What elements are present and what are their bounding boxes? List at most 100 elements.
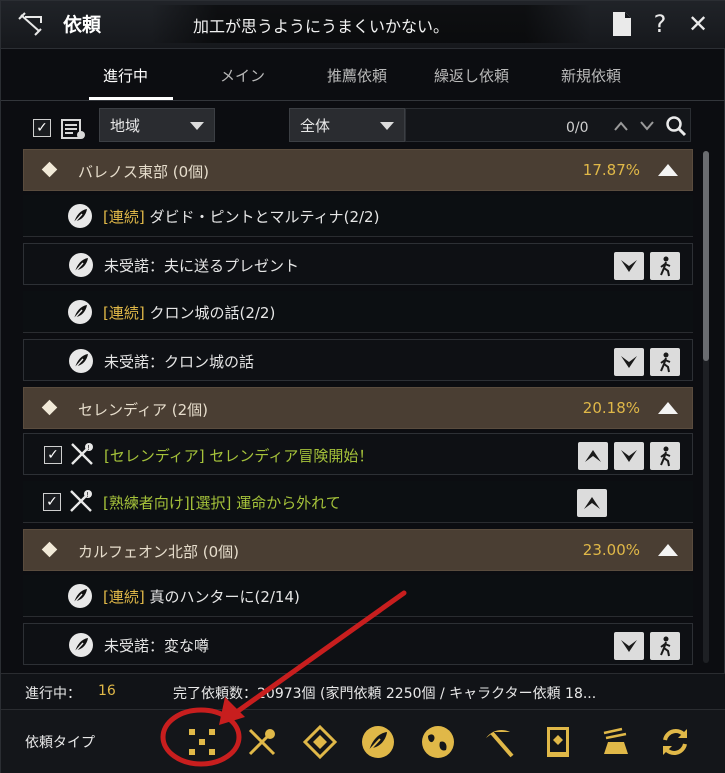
quest-row[interactable]: ✓ ! [熟練者向け][選択] 運命から外れて: [23, 481, 693, 523]
document-button[interactable]: [607, 9, 637, 39]
walk-icon: [660, 352, 671, 373]
feather-icon: [69, 253, 93, 277]
expand-button[interactable]: [614, 252, 644, 280]
quest-track-checkbox[interactable]: ✓: [44, 446, 62, 464]
quest-row[interactable]: [連続] クロン城の話(2/2): [23, 291, 693, 333]
crafting-icon[interactable]: [598, 724, 634, 760]
chevron-up-icon: [585, 450, 601, 462]
collapse-quest-button[interactable]: [578, 442, 608, 470]
quest-title: [連続] ダビド・ピントとマルティナ(2/2): [103, 208, 380, 226]
quest-row[interactable]: [連続] 真のハンターに(2/14): [23, 575, 693, 617]
quest-title: 未受諾：クロン城の話: [104, 353, 255, 371]
region-header-balenos[interactable]: バレノス東部 (0個) 17.87%: [23, 149, 693, 191]
progress-summary: 進行中： 16 完了依頼数：20973個 (家門依頼 2250個 / キャラクタ…: [1, 673, 725, 709]
search-icon[interactable]: [665, 115, 687, 137]
list-scrollbar[interactable]: [703, 151, 709, 663]
quest-row[interactable]: ✓ ! [セレンディア] セレンディア冒険開始！: [23, 433, 693, 475]
feather-icon: [69, 349, 93, 373]
walk-icon: [660, 446, 671, 467]
tab-repeat[interactable]: 繰返し依頼: [434, 65, 509, 86]
quest-track-checkbox[interactable]: ✓: [43, 493, 61, 511]
chevron-down-icon: [621, 450, 637, 462]
prev-result-icon[interactable]: [614, 121, 628, 131]
feather-icon: [68, 204, 92, 228]
repeat-icon[interactable]: [657, 724, 693, 760]
quest-title: [セレンディア] セレンディア冒険開始！: [104, 447, 374, 465]
chevron-down-icon: [621, 356, 637, 368]
region-percent: 17.87%: [582, 161, 640, 179]
expand-button[interactable]: [614, 632, 644, 660]
chevron-down-icon: [621, 640, 637, 652]
in-progress-count: 16: [98, 683, 116, 699]
region-percent: 23.00%: [582, 541, 640, 559]
auto-path-button[interactable]: [650, 442, 680, 470]
expand-button[interactable]: [614, 442, 644, 470]
book-icon[interactable]: [540, 724, 576, 760]
quest-title: 未受諾：変な噂: [104, 637, 210, 655]
region-header-serendia[interactable]: セレンディア (2個) 20.18%: [23, 387, 693, 429]
expand-button[interactable]: [614, 348, 644, 376]
quest-title: [熟練者向け][選択] 運命から外れて: [103, 494, 341, 512]
collapse-icon[interactable]: [658, 402, 678, 414]
scroll-icon: [18, 12, 42, 36]
scroll-icon[interactable]: [244, 724, 280, 760]
tab-recommended[interactable]: 推薦依頼: [327, 65, 387, 86]
scope-dropdown[interactable]: 全体: [289, 108, 405, 142]
quest-message: 加工が思うようにうまくいかない。: [193, 17, 450, 36]
collapse-quest-button[interactable]: [577, 489, 607, 517]
scrollbar-thumb[interactable]: [703, 151, 709, 361]
chevron-down-icon: [380, 122, 394, 130]
help-button[interactable]: ?: [645, 9, 675, 39]
svg-text:!: !: [86, 491, 89, 499]
feather-icon: [68, 584, 92, 608]
scroll-icon: !: [71, 443, 93, 465]
quest-type-bar: 依頼タイプ: [1, 709, 725, 773]
quest-type-label: 依頼タイプ: [25, 735, 95, 751]
tab-in-progress[interactable]: 進行中: [103, 65, 148, 86]
chevron-down-icon: [190, 122, 204, 130]
document-icon: [613, 12, 631, 36]
scroll-icon: !: [70, 490, 92, 512]
completed-count: 完了依頼数：20973個 (家門依頼 2250個 / キャラクター依頼 18..…: [173, 686, 597, 702]
title-bar[interactable]: 依頼 加工が思うようにうまくいかない。 ? ✕: [1, 1, 725, 49]
quest-row[interactable]: 未受諾：変な噂: [23, 623, 693, 665]
region-name: バレノス東部 (0個): [78, 163, 210, 181]
tab-main[interactable]: メイン: [220, 65, 265, 86]
diamond-icon: [41, 399, 58, 416]
feather-icon[interactable]: [360, 724, 396, 760]
collapse-icon[interactable]: [658, 544, 678, 556]
diamond-icon: [41, 541, 58, 558]
region-header-calpheon[interactable]: カルフェオン北部 (0個) 23.00%: [23, 529, 693, 571]
region-name: セレンディア (2個): [78, 401, 208, 419]
in-progress-label: 進行中：: [25, 686, 81, 702]
chevron-down-icon: [621, 260, 637, 272]
walk-icon: [660, 636, 671, 657]
pickaxe-icon[interactable]: [480, 724, 516, 760]
tab-bar: 進行中 メイン 推薦依頼 繰返し依頼 新規依頼: [1, 51, 725, 101]
quest-list: バレノス東部 (0個) 17.87% [連続] ダビド・ピントとマルティナ(2/…: [23, 147, 693, 667]
quest-row[interactable]: 未受諾：夫に送るプレゼント: [23, 243, 693, 285]
auto-path-button[interactable]: [650, 348, 680, 376]
svg-text:!: !: [87, 444, 90, 452]
world-icon[interactable]: [420, 724, 456, 760]
next-result-icon[interactable]: [640, 121, 654, 131]
region-dropdown[interactable]: 地域: [99, 108, 215, 142]
auto-path-button[interactable]: [650, 252, 680, 280]
tab-new[interactable]: 新規依頼: [561, 65, 621, 86]
diamond-icon: [41, 161, 58, 178]
chevron-up-icon: [584, 497, 600, 509]
list-filter-icon[interactable]: [61, 117, 87, 141]
auto-path-button[interactable]: [650, 632, 680, 660]
scope-dropdown-label: 全体: [300, 117, 331, 135]
region-percent: 20.18%: [582, 399, 640, 417]
close-button[interactable]: ✕: [683, 9, 713, 39]
quest-row[interactable]: 未受諾：クロン城の話: [23, 339, 693, 381]
quest-row[interactable]: [連続] ダビド・ピントとマルティナ(2/2): [23, 195, 693, 237]
collapse-icon[interactable]: [658, 164, 678, 176]
diamond-road-icon[interactable]: [302, 724, 338, 760]
window-title: 依頼: [63, 14, 102, 36]
feather-icon: [68, 300, 92, 324]
region-dropdown-label: 地域: [110, 117, 141, 135]
all-types-icon[interactable]: [184, 724, 220, 760]
select-all-checkbox[interactable]: ✓: [33, 119, 51, 137]
